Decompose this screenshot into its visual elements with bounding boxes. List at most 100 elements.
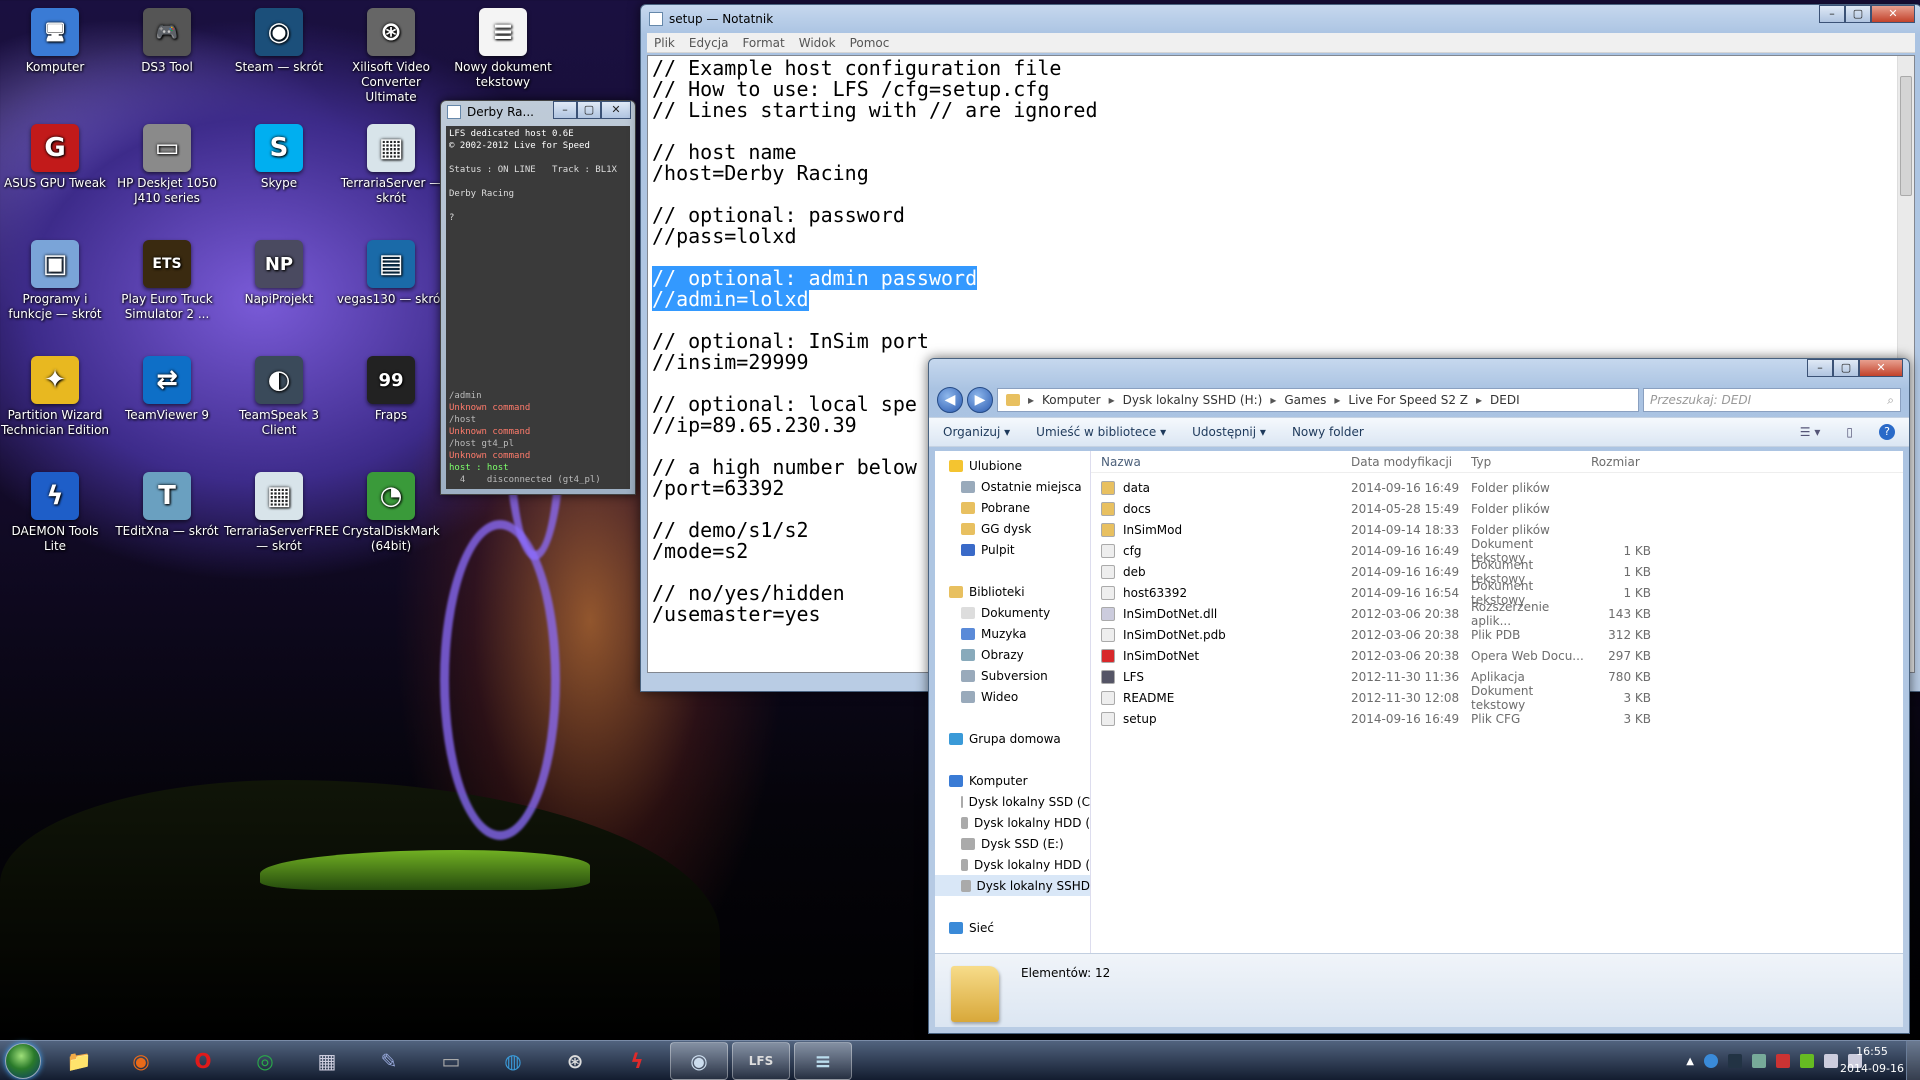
explorer-titlebar[interactable] xyxy=(929,359,1909,383)
desktop-shortcut[interactable]: NP NapiProjekt xyxy=(224,240,334,307)
lfs-taskbar-icon[interactable]: LFS xyxy=(732,1041,790,1080)
preview-pane-icon[interactable]: ▯ xyxy=(1846,425,1853,439)
desktop-shortcut[interactable]: ◉ Steam — skrót xyxy=(224,8,334,75)
globe-taskbar-icon[interactable]: ◍ xyxy=(484,1042,542,1080)
search-input[interactable]: Przeszukaj: DEDI ⌕ xyxy=(1643,388,1901,412)
nav-item[interactable]: GG dysk xyxy=(935,518,1090,539)
nav-item[interactable]: Ostatnie miejsca xyxy=(935,476,1090,497)
nav-item[interactable]: Dokumenty xyxy=(935,602,1090,623)
scrollbar-thumb[interactable] xyxy=(1900,76,1912,196)
chrome-taskbar-icon[interactable]: ◎ xyxy=(236,1042,294,1080)
steam-tray-icon[interactable] xyxy=(1728,1054,1742,1068)
nav-item[interactable]: Wideo xyxy=(935,686,1090,707)
nav-item[interactable]: Muzyka xyxy=(935,623,1090,644)
menu-item-widok[interactable]: Widok xyxy=(792,36,843,50)
daemon-taskbar-icon[interactable]: ϟ xyxy=(608,1042,666,1080)
flag-tray-icon[interactable] xyxy=(1776,1054,1790,1068)
paint-taskbar-icon[interactable]: ✎ xyxy=(360,1042,418,1080)
toolbar-button[interactable]: Nowy folder xyxy=(1292,425,1364,439)
desktop-shortcut[interactable]: ϟ DAEMON Tools Lite xyxy=(0,472,110,554)
file-row[interactable]: data 2014-09-16 16:49 Folder plików xyxy=(1091,477,1903,498)
opera-taskbar-icon[interactable]: O xyxy=(174,1042,232,1080)
maximize-button[interactable]: ▢ xyxy=(1833,359,1859,377)
view-options-icon[interactable]: ☰ ▾ xyxy=(1800,425,1821,439)
notepad-taskbar-icon[interactable]: ≡ xyxy=(794,1041,852,1080)
maximize-button[interactable]: ▢ xyxy=(1845,5,1871,23)
file-row[interactable]: InSimDotNet.dll 2012-03-06 20:38 Rozszerze… xyxy=(1091,600,1903,628)
file-row[interactable]: InSimDotNet 2012-03-06 20:38 Opera Web Doc… xyxy=(1091,645,1903,666)
toolbar-button[interactable]: Organizuj ▾ xyxy=(943,425,1010,439)
nav-item[interactable]: Grupa domowa xyxy=(935,728,1090,749)
menu-item-edycja[interactable]: Edycja xyxy=(682,36,736,50)
clock[interactable]: 16:55 2014-09-16 xyxy=(1832,1043,1912,1077)
desktop-shortcut[interactable]: ◔ CrystalDiskMark (64bit) xyxy=(336,472,446,554)
desktop-shortcut[interactable]: ✦ Partition Wizard Technician Edition xyxy=(0,356,110,438)
menu-item-format[interactable]: Format xyxy=(735,36,791,50)
column-name[interactable]: Nazwa xyxy=(1091,455,1351,469)
column-type[interactable]: Typ xyxy=(1471,455,1591,469)
breadcrumb-item[interactable]: Games xyxy=(1284,393,1326,407)
file-row[interactable]: setup 2014-09-16 16:49 Plik CFG 3 KB xyxy=(1091,708,1903,729)
desktop-shortcut[interactable]: ⇄ TeamViewer 9 xyxy=(112,356,222,423)
close-button[interactable]: ✕ xyxy=(601,101,631,119)
forward-arrow-icon[interactable]: ▶ xyxy=(967,387,993,413)
nav-item[interactable]: Dysk lokalny HDD ( xyxy=(935,812,1090,833)
toolbar-button[interactable]: Umieść w bibliotece ▾ xyxy=(1036,425,1166,439)
menu-item-pomoc[interactable]: Pomoc xyxy=(843,36,897,50)
desktop-shortcut[interactable]: 🖥 Komputer xyxy=(0,8,110,75)
desktop-shortcut[interactable]: ⊛ Xilisoft Video Converter Ultimate xyxy=(336,8,446,105)
explorer-taskbar-icon[interactable]: 📁 xyxy=(50,1042,108,1080)
calculator-taskbar-icon[interactable]: ▦ xyxy=(298,1042,356,1080)
start-button[interactable] xyxy=(0,1041,46,1080)
printer-taskbar-icon[interactable]: ▭ xyxy=(422,1042,480,1080)
desktop-shortcut[interactable]: ETS Play Euro Truck Simulator 2 ... xyxy=(112,240,222,322)
nav-item[interactable]: Komputer xyxy=(935,770,1090,791)
file-row[interactable]: README 2012-11-30 12:08 Dokument tekstowy 3… xyxy=(1091,684,1903,712)
toolbar-button[interactable]: Udostępnij ▾ xyxy=(1192,425,1266,439)
steam-taskbar-icon[interactable]: ◉ xyxy=(670,1041,728,1080)
address-bar[interactable]: ▸ Komputer ▸ Dysk lokalny SSHD (H:) ▸ Games ▸ L… xyxy=(997,388,1639,412)
nav-item[interactable]: Pulpit xyxy=(935,539,1090,560)
usb-tray-icon[interactable] xyxy=(1752,1054,1766,1068)
breadcrumb-item[interactable]: DEDI xyxy=(1490,393,1520,407)
nav-item[interactable]: Dysk lokalny SSD (C xyxy=(935,791,1090,812)
nav-item[interactable]: Subversion xyxy=(935,665,1090,686)
desktop-shortcut[interactable]: ▦ TerrariaServer — skrót xyxy=(336,124,446,206)
breadcrumb-separator[interactable]: ▸ xyxy=(1476,393,1482,407)
show-desktop-button[interactable] xyxy=(1906,1041,1920,1080)
nav-item[interactable]: Dysk lokalny SSHD xyxy=(935,875,1090,896)
nav-item[interactable]: Obrazy xyxy=(935,644,1090,665)
nav-item[interactable]: Pobrane xyxy=(935,497,1090,518)
desktop-shortcut[interactable]: ▦ TerrariaServerFREE — skrót xyxy=(224,472,339,554)
maximize-button[interactable]: ▢ xyxy=(577,101,601,119)
desktop-shortcut[interactable]: 99 Fraps xyxy=(336,356,446,423)
desktop-shortcut[interactable]: S Skype xyxy=(224,124,334,191)
info-tray-icon[interactable] xyxy=(1704,1054,1718,1068)
explorer-window[interactable]: – ▢ ✕ ◀ ▶ ▸ Komputer ▸ Dysk lokalny SSHD (H… xyxy=(928,358,1910,1034)
breadcrumb-separator[interactable]: ▸ xyxy=(1334,393,1340,407)
back-arrow-icon[interactable]: ◀ xyxy=(937,387,963,413)
nav-item[interactable]: Biblioteki xyxy=(935,581,1090,602)
desktop-shortcut[interactable]: ▣ Programy i funkcje — skrót xyxy=(0,240,110,322)
desktop-shortcut[interactable]: ▭ HP Deskjet 1050 J410 series xyxy=(112,124,222,206)
nav-item[interactable]: Ulubione xyxy=(935,455,1090,476)
minimize-button[interactable]: – xyxy=(1807,359,1833,377)
column-size[interactable]: Rozmiar xyxy=(1591,455,1651,469)
nav-item[interactable]: Dysk lokalny HDD ( xyxy=(935,854,1090,875)
breadcrumb-separator[interactable]: ▸ xyxy=(1109,393,1115,407)
nvidia-tray-icon[interactable] xyxy=(1800,1054,1814,1068)
desktop-shortcut[interactable]: T TEditXna — skrót xyxy=(112,472,222,539)
minimize-button[interactable]: – xyxy=(1819,5,1845,23)
help-icon[interactable]: ? xyxy=(1879,424,1895,440)
desktop-shortcut[interactable]: ≡ Nowy dokument tekstowy xyxy=(448,8,558,90)
breadcrumb-separator[interactable]: ▸ xyxy=(1028,393,1034,407)
tray-expand-icon[interactable]: ▲ xyxy=(1686,1056,1694,1067)
desktop-shortcut[interactable]: ◐ TeamSpeak 3 Client xyxy=(224,356,334,438)
desktop-shortcut[interactable]: ▤ vegas130 — skrót xyxy=(336,240,446,307)
lfs-console-window[interactable]: Derby Ra... – ▢ ✕ LFS dedicated host 0.6… xyxy=(440,100,636,495)
firefox-taskbar-icon[interactable]: ◉ xyxy=(112,1042,170,1080)
close-button[interactable]: ✕ xyxy=(1859,359,1903,377)
breadcrumb-item[interactable]: Dysk lokalny SSHD (H:) xyxy=(1123,393,1263,407)
file-row[interactable]: InSimDotNet.pdb 2012-03-06 20:38 Plik PDB 3… xyxy=(1091,624,1903,645)
file-row[interactable]: docs 2014-05-28 15:49 Folder plików xyxy=(1091,498,1903,519)
